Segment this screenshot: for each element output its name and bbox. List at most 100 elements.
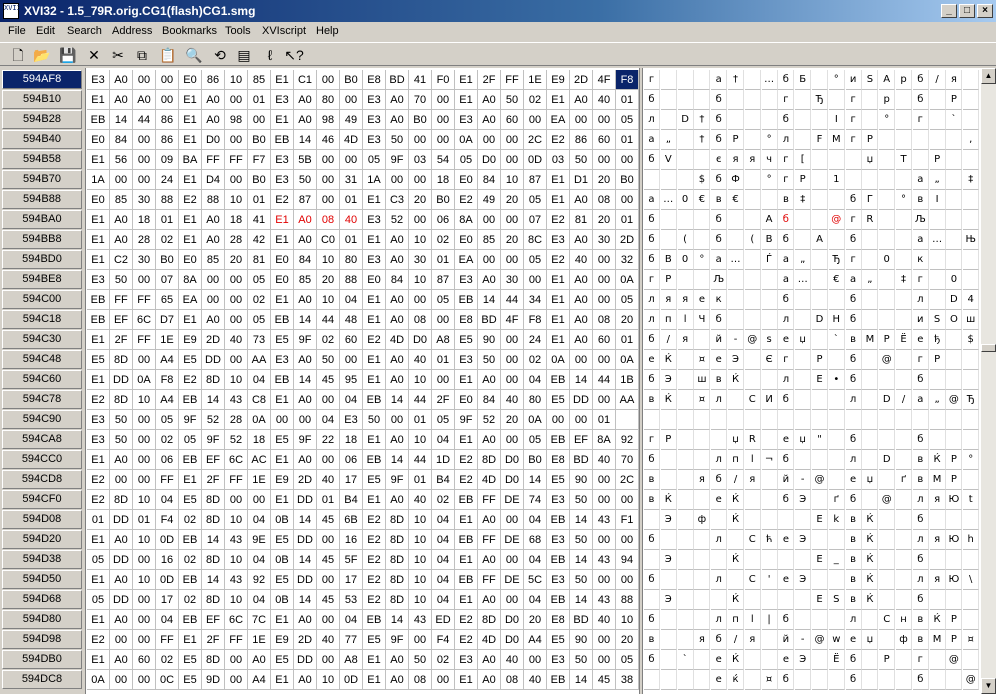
text-cell[interactable]: [879, 130, 896, 150]
hex-cell[interactable]: E1: [271, 70, 294, 90]
hex-cell[interactable]: 00: [409, 210, 432, 230]
hex-cell[interactable]: E1: [547, 290, 570, 310]
hex-cell[interactable]: 00: [501, 590, 524, 610]
text-cell[interactable]: [660, 530, 677, 550]
hex-cell[interactable]: 41: [248, 210, 271, 230]
find-replace-icon[interactable]: ⟲: [210, 46, 230, 64]
hex-cell[interactable]: 00: [340, 350, 363, 370]
text-cell[interactable]: w: [828, 630, 845, 650]
hex-cell[interactable]: A0: [110, 610, 133, 630]
hex-cell[interactable]: 05: [524, 250, 547, 270]
text-cell[interactable]: /: [728, 470, 744, 490]
hex-cell[interactable]: E5: [179, 490, 202, 510]
hex-cell[interactable]: F1: [616, 510, 639, 530]
text-cell[interactable]: ¤: [694, 390, 711, 410]
text-cell[interactable]: џ: [862, 470, 879, 490]
text-cell[interactable]: [963, 430, 980, 450]
text-cell[interactable]: б: [644, 650, 660, 670]
hex-cell[interactable]: 48: [340, 310, 363, 330]
hex-cell[interactable]: 00: [501, 350, 524, 370]
hex-cell[interactable]: FF: [478, 570, 501, 590]
scroll-down-arrow[interactable]: ▼: [981, 678, 996, 694]
text-cell[interactable]: ґ: [896, 470, 912, 490]
hex-cell[interactable]: [616, 410, 639, 430]
hex-cell[interactable]: 04: [340, 610, 363, 630]
text-cell[interactable]: [795, 230, 812, 250]
hex-cell[interactable]: D1: [570, 170, 593, 190]
text-cell[interactable]: [795, 110, 812, 130]
text-cell[interactable]: [694, 150, 711, 170]
hex-cell[interactable]: 02: [156, 430, 179, 450]
text-cell[interactable]: [761, 410, 778, 430]
hex-cell[interactable]: 14: [386, 610, 409, 630]
text-cell[interactable]: [677, 450, 694, 470]
text-cell[interactable]: [896, 670, 912, 690]
text-cell[interactable]: [828, 670, 845, 690]
text-cell[interactable]: [963, 410, 980, 430]
hex-cell[interactable]: 04: [432, 590, 455, 610]
hex-cell[interactable]: 05: [524, 190, 547, 210]
hex-cell[interactable]: 54: [432, 150, 455, 170]
text-cell[interactable]: А: [812, 230, 828, 250]
text-cell[interactable]: °: [828, 70, 845, 90]
help-pointer-icon[interactable]: ↖?: [284, 46, 304, 64]
text-cell[interactable]: л: [711, 570, 728, 590]
hex-cell[interactable]: E0: [87, 190, 110, 210]
hex-cell[interactable]: 20: [593, 170, 616, 190]
text-cell[interactable]: …: [795, 270, 812, 290]
hex-cell[interactable]: 01: [87, 510, 110, 530]
hex-cell[interactable]: E1: [363, 430, 386, 450]
hex-cell[interactable]: 06: [156, 450, 179, 470]
hex-cell[interactable]: 10: [225, 510, 248, 530]
text-cell[interactable]: [879, 630, 896, 650]
hex-cell[interactable]: 9F: [294, 330, 317, 350]
text-cell[interactable]: є: [711, 150, 728, 170]
hex-cell[interactable]: A8: [432, 330, 455, 350]
text-cell[interactable]: †: [728, 70, 744, 90]
text-cell[interactable]: [812, 570, 828, 590]
hex-cell[interactable]: A0: [478, 510, 501, 530]
hex-cell[interactable]: 85: [248, 70, 271, 90]
text-cell[interactable]: [660, 630, 677, 650]
hex-cell[interactable]: 14: [478, 290, 501, 310]
hex-cell[interactable]: E3: [87, 270, 110, 290]
text-cell[interactable]: Ђ: [828, 250, 845, 270]
hex-cell[interactable]: 50: [570, 150, 593, 170]
text-cell[interactable]: [862, 110, 879, 130]
text-cell[interactable]: Э: [660, 590, 677, 610]
hex-cell[interactable]: E1: [271, 290, 294, 310]
text-cell[interactable]: [862, 290, 879, 310]
hex-cell[interactable]: E5: [547, 390, 570, 410]
hex-cell[interactable]: 00: [616, 190, 639, 210]
hex-cell[interactable]: 8D: [386, 510, 409, 530]
hex-cell[interactable]: 01: [616, 90, 639, 110]
hex-cell[interactable]: 04: [156, 490, 179, 510]
text-cell[interactable]: [963, 350, 980, 370]
text-cell[interactable]: Ю: [946, 530, 963, 550]
text-cell[interactable]: г: [644, 430, 660, 450]
hex-cell[interactable]: 00: [409, 170, 432, 190]
text-cell[interactable]: [677, 90, 694, 110]
hex-cell[interactable]: 06: [432, 210, 455, 230]
hex-cell[interactable]: 86: [202, 70, 225, 90]
hex-cell[interactable]: 00: [248, 110, 271, 130]
text-cell[interactable]: [879, 210, 896, 230]
text-cell[interactable]: й: [778, 630, 795, 650]
hex-cell[interactable]: 04: [340, 390, 363, 410]
hex-cell[interactable]: DE: [501, 570, 524, 590]
text-cell[interactable]: џ: [728, 430, 744, 450]
hex-cell[interactable]: D7: [156, 310, 179, 330]
text-cell[interactable]: @: [946, 390, 963, 410]
text-cell[interactable]: а: [845, 270, 862, 290]
text-cell[interactable]: [879, 370, 896, 390]
text-cell[interactable]: Ќ: [862, 530, 879, 550]
text-cell[interactable]: б: [778, 210, 795, 230]
hex-cell[interactable]: E2: [455, 610, 478, 630]
hex-cell[interactable]: 45: [317, 550, 340, 570]
text-cell[interactable]: A: [761, 210, 778, 230]
text-cell[interactable]: я: [677, 330, 694, 350]
hex-cell[interactable]: FF: [110, 290, 133, 310]
text-cell[interactable]: Ё: [828, 650, 845, 670]
hex-cell[interactable]: 0A: [455, 130, 478, 150]
text-cell[interactable]: [660, 70, 677, 90]
